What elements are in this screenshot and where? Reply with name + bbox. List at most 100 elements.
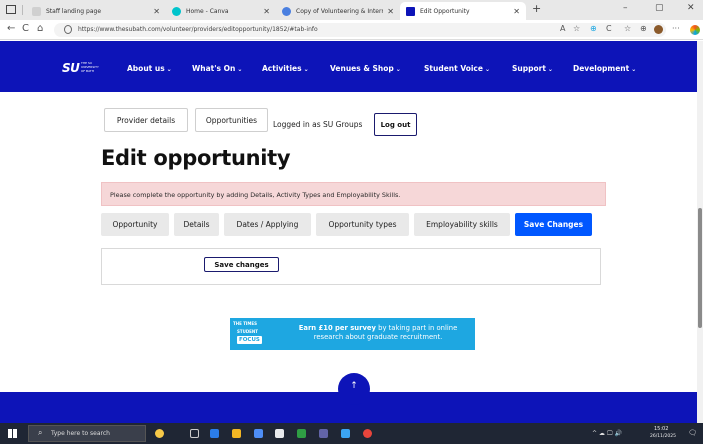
tab-title: Staff landing page: [46, 7, 102, 15]
browser-tab-copy-volunteering[interactable]: Copy of Volunteering & Internati ✕: [276, 2, 400, 20]
su-logo[interactable]: SU: [62, 61, 80, 75]
chevron-down-icon: ⌄: [484, 66, 490, 73]
tab-details[interactable]: Details: [174, 213, 219, 236]
chevron-down-icon: ⌄: [395, 66, 401, 73]
page-favicon-icon: [32, 6, 41, 16]
outlook-app-icon[interactable]: [341, 429, 350, 438]
windows-start-icon[interactable]: [8, 429, 17, 438]
new-tab-button[interactable]: +: [532, 2, 541, 15]
mail-app-icon[interactable]: [254, 429, 263, 438]
document-favicon-icon: [282, 6, 291, 16]
nav-activities[interactable]: Activities ⌄: [262, 64, 309, 73]
task-view-icon[interactable]: [190, 429, 199, 438]
clock-time[interactable]: 15:02: [654, 426, 668, 432]
chevron-down-icon: ⌄: [237, 66, 243, 73]
windows-taskbar: ⌕ Type here to search ^ ☁ 🖵 🔊 15:02 26/1…: [0, 423, 703, 444]
logged-in-status: Logged in as SU Groups: [273, 120, 363, 129]
reload-icon[interactable]: C: [22, 23, 29, 34]
nav-development[interactable]: Development ⌄: [573, 64, 636, 73]
tab-title: Copy of Volunteering & Internati: [296, 7, 384, 15]
back-to-top-button[interactable]: ↑: [338, 373, 370, 405]
system-tray-icons[interactable]: ^ ☁ 🖵 🔊: [592, 430, 622, 438]
close-icon[interactable]: ✕: [153, 7, 160, 16]
logo-student-text: STUDENT: [237, 329, 258, 334]
chevron-down-icon: ⌄: [547, 66, 553, 73]
profile-avatar-icon[interactable]: [654, 25, 663, 34]
extension-icon[interactable]: ⊕: [590, 24, 597, 33]
browser-app-icon[interactable]: [363, 429, 372, 438]
logo-focus-text: FOCUS: [237, 336, 262, 344]
chrome-app-icon[interactable]: [297, 429, 306, 438]
logo-times-text: THE TIMES: [233, 321, 258, 326]
edge-app-icon[interactable]: [210, 429, 219, 438]
search-placeholder[interactable]: Type here to search: [51, 430, 110, 437]
nav-label: Support: [512, 64, 546, 73]
collections-icon[interactable]: ⊕: [640, 24, 647, 33]
nav-label: About us: [127, 64, 165, 73]
read-aloud-icon[interactable]: A: [560, 24, 565, 33]
tab-employability-skills[interactable]: Employability skills: [414, 213, 510, 236]
alert-notice: Please complete the opportunity by addin…: [101, 182, 606, 206]
browser-address-bar: ← C ⌂ https://www.thesubath.com/voluntee…: [0, 20, 703, 40]
nav-label: Development: [573, 64, 630, 73]
home-icon[interactable]: ⌂: [37, 23, 43, 34]
save-changes-tab-button[interactable]: Save Changes: [515, 213, 592, 236]
split-screen-icon[interactable]: C: [606, 24, 612, 33]
save-changes-button[interactable]: Save changes: [204, 257, 279, 272]
browser-tab-staff-landing[interactable]: Staff landing page ✕: [26, 2, 166, 20]
browser-tab-edit-opportunity[interactable]: Edit Opportunity ✕: [400, 2, 526, 20]
site-info-icon[interactable]: [64, 25, 72, 34]
teams-app-icon[interactable]: [319, 429, 328, 438]
canva-favicon-icon: [172, 6, 181, 16]
notice-text: Please complete the opportunity by addin…: [110, 191, 401, 199]
nav-about-us[interactable]: About us ⌄: [127, 64, 172, 73]
tab-panel: [101, 248, 601, 285]
nav-label: Student Voice: [424, 64, 483, 73]
su-logo-subtitle: THE SU UNIVERSITY OF BATH: [81, 61, 99, 73]
copilot-icon[interactable]: [690, 25, 700, 35]
page-title: Edit opportunity: [101, 146, 291, 170]
nav-student-voice[interactable]: Student Voice ⌄: [424, 64, 490, 73]
opportunities-button[interactable]: Opportunities: [195, 108, 268, 132]
notifications-icon[interactable]: 🗨: [688, 429, 697, 437]
nav-label: What's On: [192, 64, 236, 73]
banner-text: Earn £10 per survey by taking part in on…: [285, 324, 471, 342]
back-icon[interactable]: ←: [7, 23, 15, 34]
scrollbar-thumb[interactable]: [698, 208, 702, 328]
browser-tab-canva[interactable]: Home - Canva ✕: [166, 2, 276, 20]
close-icon[interactable]: ✕: [513, 7, 520, 16]
restore-icon[interactable]: ▢: [655, 3, 664, 13]
minimize-icon[interactable]: –: [623, 3, 628, 13]
favorites-icon[interactable]: ☆: [624, 24, 631, 33]
tab-opportunity[interactable]: Opportunity: [101, 213, 169, 236]
more-icon[interactable]: ···: [672, 24, 680, 33]
site-navigation: SU THE SU UNIVERSITY OF BATH About us ⌄ W…: [0, 41, 703, 92]
chevron-down-icon: ⌄: [303, 66, 309, 73]
url-text[interactable]: https://www.thesubath.com/volunteer/prov…: [78, 26, 318, 33]
widgets-icon[interactable]: [155, 429, 164, 438]
nav-label: Venues & Shop: [330, 64, 394, 73]
window-close-icon[interactable]: ✕: [687, 3, 695, 13]
banner-text-bold: Earn £10 per survey: [298, 324, 376, 332]
search-icon: ⌕: [38, 428, 43, 437]
clock-date[interactable]: 26/11/2025: [650, 434, 676, 439]
tab-opportunity-types[interactable]: Opportunity types: [316, 213, 409, 236]
tab-separator: [22, 5, 23, 15]
nav-whats-on[interactable]: What's On ⌄: [192, 64, 242, 73]
file-explorer-icon[interactable]: [232, 429, 241, 438]
close-icon[interactable]: ✕: [387, 7, 394, 16]
nav-venues-shop[interactable]: Venues & Shop ⌄: [330, 64, 401, 73]
tab-dates-applying[interactable]: Dates / Applying: [224, 213, 311, 236]
tab-title: Edit Opportunity: [420, 7, 470, 15]
logout-button[interactable]: Log out: [374, 113, 417, 136]
tab-actions-icon[interactable]: [6, 5, 16, 14]
chevron-down-icon: ⌄: [166, 66, 172, 73]
close-icon[interactable]: ✕: [263, 7, 270, 16]
provider-details-button[interactable]: Provider details: [104, 108, 188, 132]
student-focus-banner[interactable]: THE TIMES STUDENT FOCUS Earn £10 per sur…: [230, 318, 475, 350]
favorite-star-icon[interactable]: ☆: [573, 24, 580, 33]
times-student-focus-logo: THE TIMES STUDENT FOCUS: [233, 321, 277, 347]
nav-support[interactable]: Support ⌄: [512, 64, 553, 73]
store-app-icon[interactable]: [275, 429, 284, 438]
browser-tab-strip: Staff landing page ✕ Home - Canva ✕ Copy…: [0, 0, 703, 20]
